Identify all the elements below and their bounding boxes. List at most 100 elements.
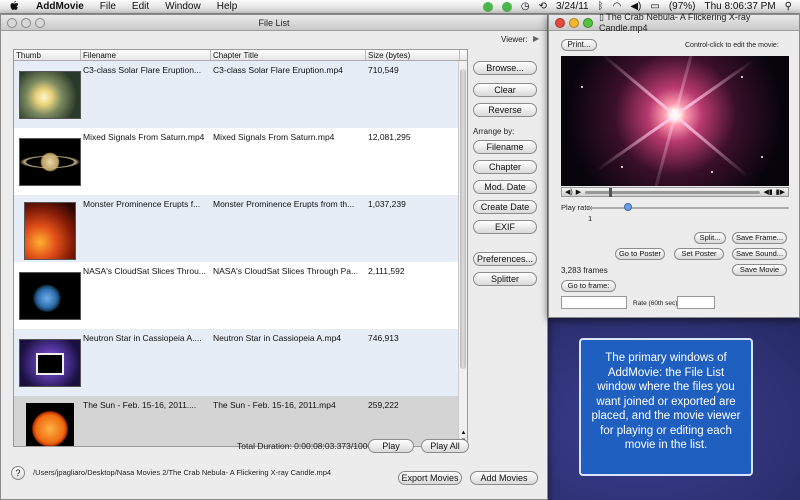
row-size: 2,111,592 [368,266,405,276]
table-header: Thumb Filename Chapter Title Size (bytes… [14,50,467,61]
volume-icon[interactable]: ◀) [630,1,641,12]
row-filename: NASA's CloudSat Slices Throu... [83,266,206,276]
star [581,86,583,88]
viewer-label: Viewer: [501,35,528,44]
battery-percent[interactable]: (97%) [669,1,696,12]
star [621,166,623,168]
column-chapter-title[interactable]: Chapter Title [211,50,366,60]
volume-control-icon[interactable]: ◀) [565,188,573,196]
row-size: 1,037,239 [368,199,406,209]
row-chapter: Neutron Star in Cassiopeia A.mp4 [213,333,342,343]
step-back-icon[interactable]: ◀▮ [764,188,773,196]
export-movies-button[interactable]: Export Movies [398,471,462,485]
viewer-disclosure-icon[interactable]: ▶ [533,34,539,43]
file-table: Thumb Filename Chapter Title Size (bytes… [13,49,468,447]
clear-button[interactable]: Clear [473,83,537,97]
movie-file-icon: ▯ [599,12,607,22]
battery-icon[interactable]: ▭ [650,1,659,12]
play-rate-thumb[interactable] [624,203,633,211]
table-row[interactable]: Monster Prominence Erupts f... Monster P… [14,195,467,262]
zoom-button[interactable] [583,17,593,28]
column-size[interactable]: Size (bytes) [366,50,460,60]
table-scrollbar[interactable]: ▲ ▼ [458,61,467,446]
close-button[interactable] [7,17,17,28]
sync-icon[interactable]: ⟲ [539,1,547,12]
browse-button[interactable]: Browse... [473,61,537,75]
apple-menu-icon[interactable] [0,0,28,14]
table-row[interactable]: Mixed Signals From Saturn.mp4 Mixed Sign… [14,128,467,195]
menu-edit[interactable]: Edit [124,1,157,12]
file-list-titlebar[interactable]: File List [1,15,547,31]
info-callout: The primary windows of AddMovie: the Fil… [579,338,753,476]
viewer-title-text: The Crab Nebula- A Flickering X-ray Cand… [599,12,751,33]
table-row[interactable]: C3-class Solar Flare Eruption... C3-clas… [14,61,467,128]
playhead[interactable] [609,187,613,197]
arrange-create-date-button[interactable]: Create Date [473,200,537,214]
table-row[interactable]: Neutron Star in Cassiopeia A.... Neutron… [14,329,467,396]
table-row[interactable]: NASA's CloudSat Slices Throu... NASA's C… [14,262,467,329]
scroll-up-icon[interactable]: ▲ [459,430,467,436]
row-size: 12,081,295 [368,132,411,142]
preferences-button[interactable]: Preferences... [473,252,537,266]
scrollbar-thumb[interactable] [460,69,466,369]
status-green-icon-2[interactable] [501,1,512,12]
save-movie-button[interactable]: Save Movie [732,264,787,276]
split-button[interactable]: Split... [694,232,726,244]
minimize-button[interactable] [569,17,579,28]
step-forward-icon[interactable]: ▮▶ [776,188,785,196]
row-size: 710,549 [368,65,399,75]
window-controls [549,17,593,28]
viewer-title: ▯ The Crab Nebula- A Flickering X-ray Ca… [599,12,799,33]
wifi-icon[interactable]: ◠ [613,1,622,12]
menu-clock[interactable]: Thu 8:06:37 PM [705,1,776,12]
help-button[interactable]: ? [11,466,25,480]
go-to-frame-button[interactable]: Go to frame: [561,280,616,292]
go-to-poster-button[interactable]: Go to Poster [615,248,665,260]
play-button[interactable]: Play [368,439,414,453]
print-button[interactable]: Print... [561,39,597,51]
playback-track[interactable] [585,187,760,197]
menu-app-name[interactable]: AddMovie [28,1,92,12]
thumbnail-prominence [24,202,76,260]
arrange-mod-date-button[interactable]: Mod. Date [473,180,537,194]
row-filename: Neutron Star in Cassiopeia A.... [83,333,202,343]
rate-input[interactable] [677,296,715,309]
arrange-exif-button[interactable]: EXIF [473,220,537,234]
reverse-button[interactable]: Reverse [473,103,537,117]
row-chapter: NASA's CloudSat Slices Through Pa... [213,266,359,276]
column-thumb[interactable]: Thumb [14,50,81,60]
star [741,76,743,78]
save-frame-button[interactable]: Save Frame... [732,232,787,244]
arrange-filename-button[interactable]: Filename [473,140,537,154]
arrange-chapter-button[interactable]: Chapter [473,160,537,174]
menu-window[interactable]: Window [157,1,209,12]
row-filename: The Sun - Feb. 15-16, 2011.... [83,400,197,410]
menu-date[interactable]: 3/24/11 [556,1,589,12]
bluetooth-icon[interactable]: ᛒ [598,1,604,12]
timemachine-icon[interactable]: ◷ [521,1,530,12]
play-all-button[interactable]: Play All [421,439,469,453]
thumbnail-sun [26,403,74,446]
zoom-button[interactable] [35,17,45,28]
spotlight-icon[interactable]: ⚲ [785,1,792,12]
frame-number-input[interactable] [561,296,627,309]
row-filename: Monster Prominence Erupts f... [83,199,201,209]
menu-help[interactable]: Help [209,1,246,12]
window-controls [1,17,45,28]
viewer-titlebar[interactable]: ▯ The Crab Nebula- A Flickering X-ray Ca… [549,12,799,33]
save-sound-button[interactable]: Save Sound... [732,248,787,260]
splitter-button[interactable]: Splitter [473,272,537,286]
column-filename[interactable]: Filename [81,50,211,60]
minimize-button[interactable] [21,17,31,28]
play-pause-icon[interactable]: ▶ [576,188,581,196]
thumbnail-neutron-star [19,339,81,387]
add-movies-button[interactable]: Add Movies [470,471,538,485]
menu-file[interactable]: File [92,1,124,12]
star [761,156,763,158]
play-rate-slider[interactable] [585,203,789,211]
set-poster-button[interactable]: Set Poster [674,248,724,260]
movie-viewer-window: ▯ The Crab Nebula- A Flickering X-ray Ca… [548,12,800,318]
close-button[interactable] [555,17,565,28]
status-green-icon[interactable] [482,1,493,12]
movie-frame[interactable] [561,56,789,186]
